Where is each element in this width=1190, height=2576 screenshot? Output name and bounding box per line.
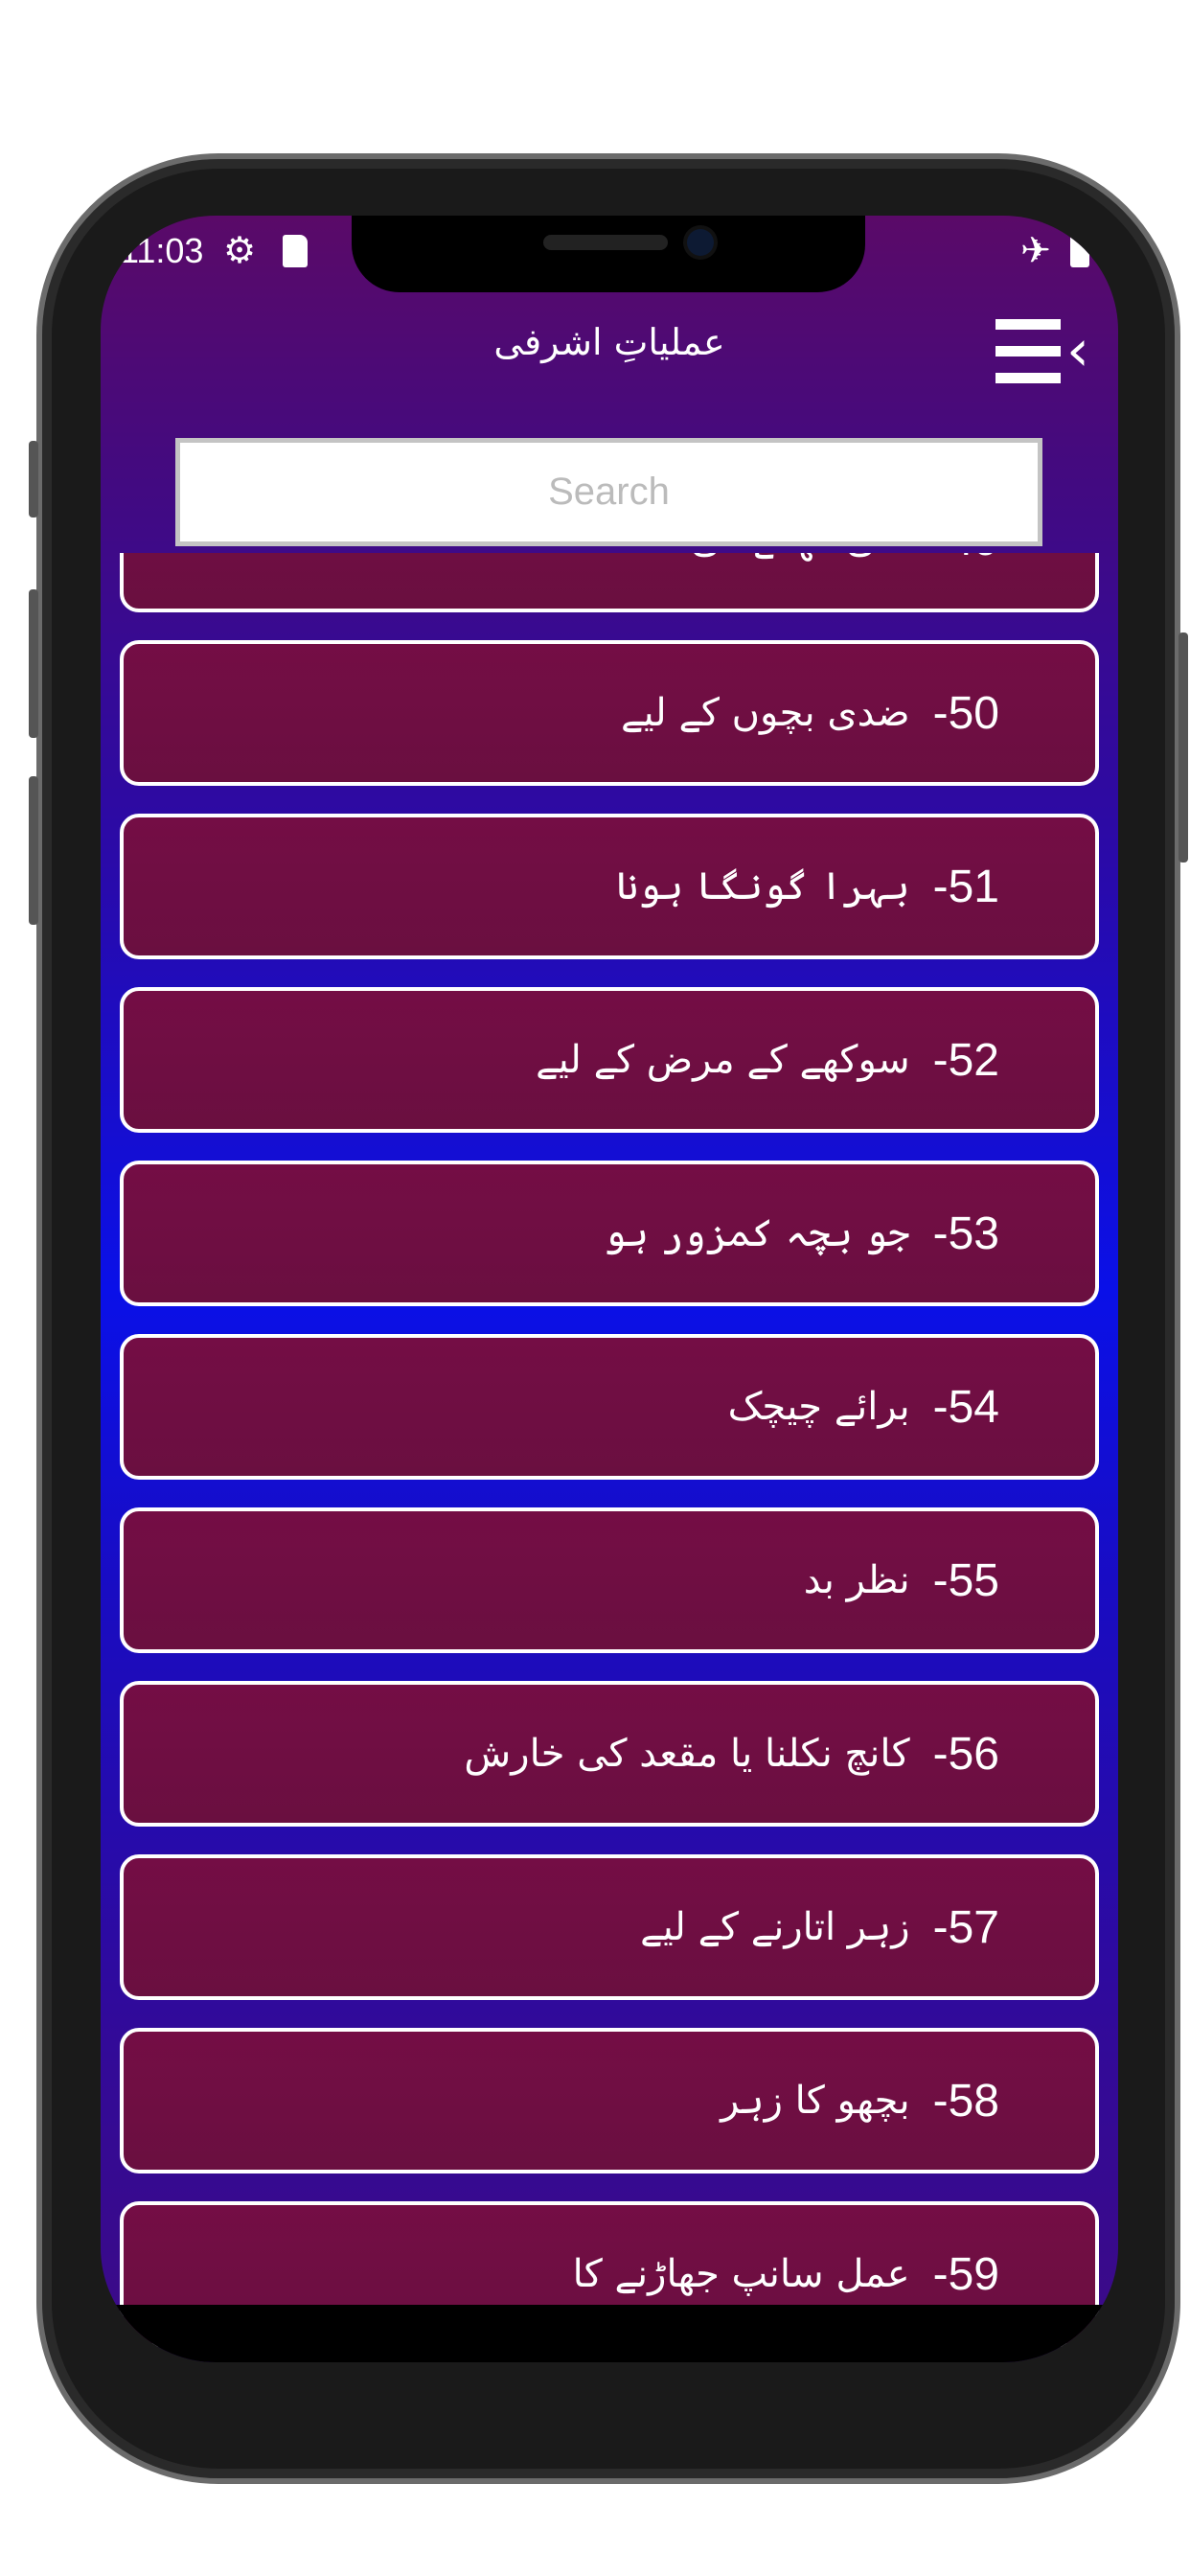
item-label: عمل سانپ جھاڑنے کا xyxy=(572,2252,910,2296)
list-item[interactable]: -58 بچھو کا زہر xyxy=(120,2028,1099,2174)
page-title: عملیاتِ اشرفی xyxy=(493,321,725,363)
list-item[interactable]: -51 بہرا گونگا ہونا xyxy=(120,814,1099,959)
list-item[interactable]: -56 کانچ نکلنا یا مقعد کی خارش xyxy=(120,1681,1099,1827)
item-number: -55 xyxy=(932,1554,999,1606)
list-item[interactable]: -52 سوکھے کے مرض کے لیے xyxy=(120,987,1099,1133)
item-label: مٹی کھانے کی عادت xyxy=(591,553,910,562)
menu-bar xyxy=(995,373,1061,383)
status-time: 11:03 xyxy=(120,231,204,270)
airplane-icon: ✈ xyxy=(1020,229,1051,271)
bottom-bar xyxy=(101,2305,1118,2362)
gear-icon: ⚙ xyxy=(223,229,257,271)
item-label: ضدی بچوں کے لیے xyxy=(621,691,910,735)
item-label: کانچ نکلنا یا مقعد کی خارش xyxy=(464,1732,910,1776)
chevron-left-icon: ‹ xyxy=(1066,317,1089,384)
item-number: -59 xyxy=(932,2248,999,2300)
item-number: -58 xyxy=(932,2075,999,2127)
status-bar: 11:03 ⚙ ✈ xyxy=(101,227,1118,275)
item-number: -56 xyxy=(932,1728,999,1780)
item-label: بہرا گونگا ہونا xyxy=(615,864,910,908)
remedy-list[interactable]: -49مٹی کھانے کی عادت-50ضدی بچوں کے لیے-5… xyxy=(101,553,1118,2362)
power-button xyxy=(1179,632,1188,862)
item-label: سوکھے کے مرض کے لیے xyxy=(536,1038,910,1082)
menu-bar xyxy=(995,346,1061,356)
app-screen: 11:03 ⚙ ✈ عملیاتِ اشرفی ‹ -49 مٹی کھانے ک… xyxy=(101,216,1118,2362)
menu-button[interactable]: ‹ xyxy=(995,317,1091,384)
list-item[interactable]: -50 ضدی بچوں کے لیے xyxy=(120,640,1099,786)
item-number: -54 xyxy=(932,1381,999,1433)
item-label: بچھو کا زہر xyxy=(721,2079,910,2123)
item-number: -57 xyxy=(932,1901,999,1953)
search-input[interactable] xyxy=(175,438,1042,546)
list-item[interactable]: -54 برائے چیچک xyxy=(120,1334,1099,1480)
item-label: زہر اتارنے کے لیے xyxy=(640,1905,910,1949)
menu-bar xyxy=(995,319,1061,330)
item-number: -49 xyxy=(933,553,999,566)
item-label: نظر بد xyxy=(803,1558,910,1602)
item-number: -52 xyxy=(932,1034,999,1086)
battery-icon xyxy=(1070,233,1089,267)
item-number: -50 xyxy=(932,687,999,739)
list-item[interactable]: -55 نظر بد xyxy=(120,1507,1099,1653)
mute-switch xyxy=(29,441,38,518)
item-label: جو بچہ کمزور ہو xyxy=(604,1211,910,1255)
list-item[interactable]: -49 مٹی کھانے کی عادت xyxy=(120,553,1099,612)
volume-down-button xyxy=(29,776,38,925)
list-item[interactable]: -53 جو بچہ کمزور ہو xyxy=(120,1161,1099,1306)
item-number: -53 xyxy=(932,1208,999,1259)
list-item[interactable]: -57 زہر اتارنے کے لیے xyxy=(120,1854,1099,2000)
item-number: -51 xyxy=(932,861,999,912)
sd-card-icon xyxy=(283,235,308,267)
volume-up-button xyxy=(29,589,38,738)
item-label: برائے چیچک xyxy=(727,1385,910,1429)
